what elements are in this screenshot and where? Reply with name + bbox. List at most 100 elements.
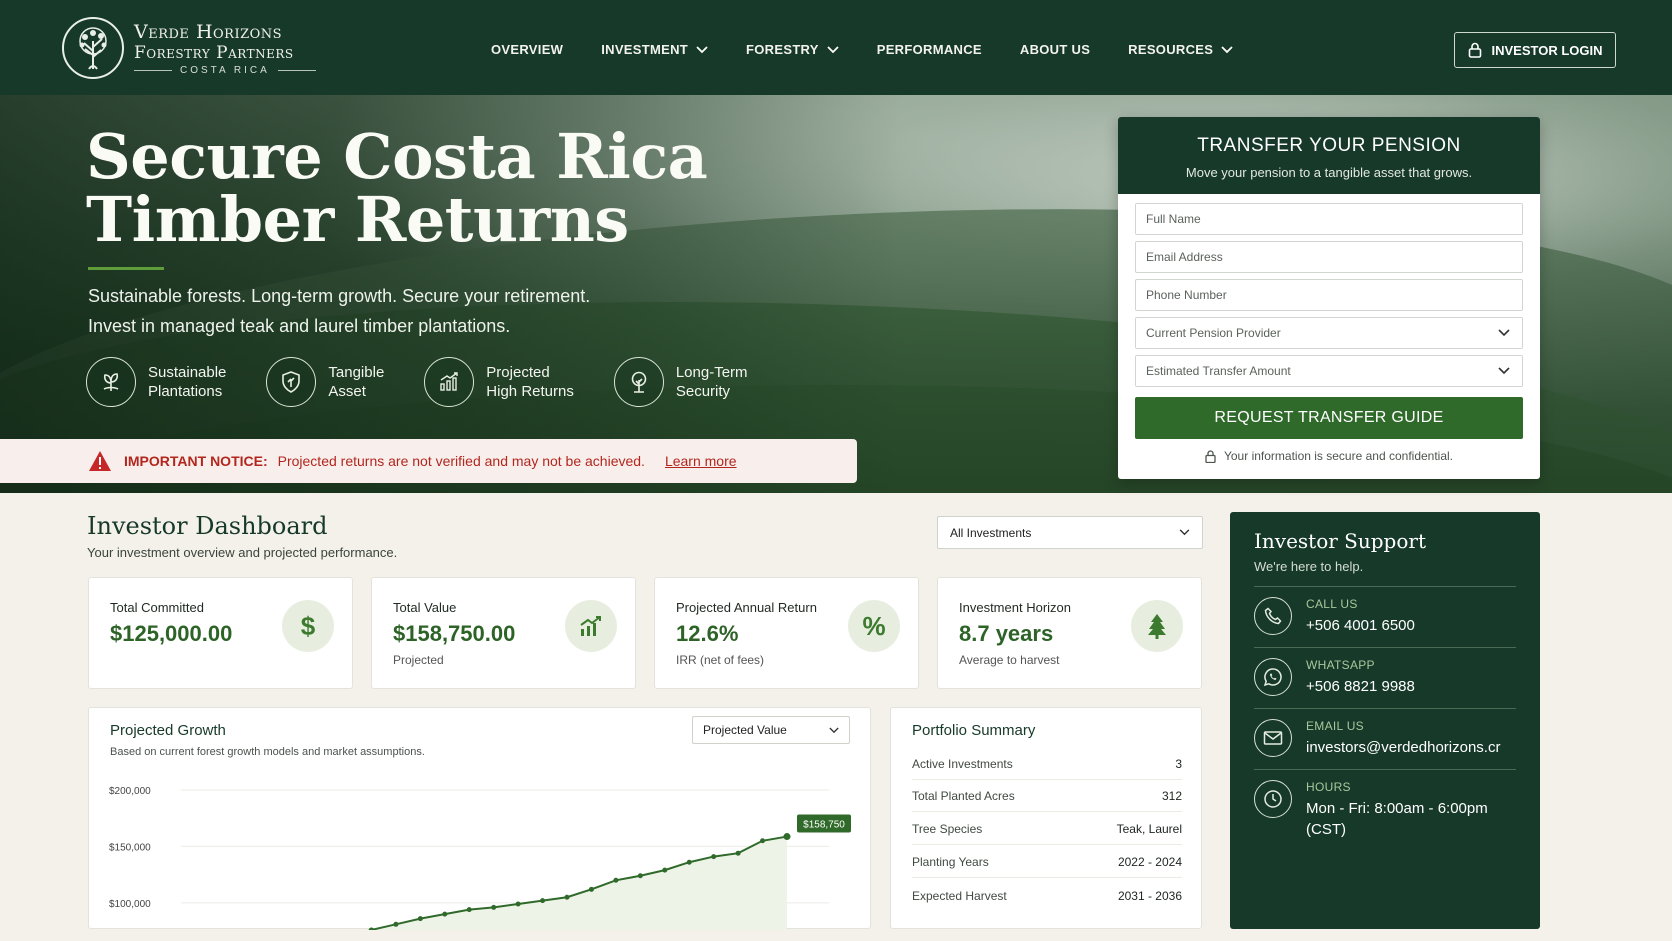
- nav-item-performance[interactable]: PERFORMANCE: [877, 42, 982, 57]
- data-point[interactable]: [760, 838, 766, 844]
- mail-icon: [1254, 719, 1292, 757]
- important-notice-banner: IMPORTANT NOTICE: Projected returns are …: [0, 439, 857, 483]
- support-title: Investor Support: [1254, 529, 1427, 553]
- shield-tree-icon: [266, 357, 317, 407]
- email-field[interactable]: Email Address: [1135, 241, 1523, 273]
- main-menu: OVERVIEW INVESTMENT FORESTRY PERFORMANCE ABO…: [491, 42, 1271, 57]
- growth-area: [371, 836, 787, 930]
- data-point[interactable]: [735, 850, 741, 856]
- pension-provider-select[interactable]: Current Pension Provider: [1135, 317, 1523, 349]
- percent-icon: %: [848, 600, 900, 652]
- nav-item-forestry[interactable]: FORESTRY: [746, 42, 839, 57]
- form-header: TRANSFER YOUR PENSION Move your pension …: [1118, 117, 1540, 194]
- y-tick-label: $200,000: [109, 786, 151, 797]
- data-point[interactable]: [662, 867, 668, 873]
- dollar-icon: $: [282, 600, 334, 652]
- hero-accent-bar: [88, 267, 164, 270]
- feature-sustainable: Sustainable Plantations: [86, 357, 226, 407]
- brand-name-line1: Verde Horizons: [134, 20, 283, 43]
- chevron-down-icon: [696, 45, 708, 53]
- secure-note: Your information is secure and confident…: [1118, 449, 1540, 463]
- y-tick-label: $150,000: [109, 842, 151, 853]
- sprout-icon: [86, 357, 136, 407]
- data-point[interactable]: [588, 886, 594, 892]
- phone-field[interactable]: Phone Number: [1135, 279, 1523, 311]
- data-point[interactable]: [637, 873, 643, 879]
- brand-logo[interactable]: Verde Horizons Forestry Partners COSTA R…: [62, 17, 316, 79]
- growth-chart-icon: [424, 357, 475, 407]
- brand-name-line2: Forestry Partners: [134, 42, 294, 63]
- brand-location: COSTA RICA: [134, 65, 316, 76]
- nav-item-about-us[interactable]: ABOUT US: [1020, 42, 1090, 57]
- investor-login-label: INVESTOR LOGIN: [1491, 42, 1603, 58]
- feature-returns: Projected High Returns: [424, 357, 574, 407]
- support-hours: HOURS Mon - Fri: 8:00am - 6:00pm (CST): [1254, 769, 1516, 840]
- growth-line-chart: $200,000 $150,000 $100,000 $158,750: [109, 786, 851, 930]
- card-total-committed: Total Committed $125,000.00 $: [88, 577, 353, 689]
- investor-login-button[interactable]: INVESTOR LOGIN: [1454, 32, 1616, 68]
- summary-row-planting: Planting Years 2022 - 2024: [912, 846, 1182, 878]
- notice-label: IMPORTANT NOTICE:: [124, 453, 268, 469]
- feature-tangible: Tangible Asset: [266, 357, 384, 407]
- chevron-down-icon: [1179, 529, 1190, 536]
- lock-icon: [1468, 42, 1481, 58]
- support-whatsapp[interactable]: WHATSAPP +506 8821 9988: [1254, 647, 1516, 697]
- svg-text:$158,750: $158,750: [803, 820, 845, 831]
- dashboard-subtitle: Your investment overview and projected p…: [87, 545, 398, 560]
- data-point[interactable]: [564, 894, 570, 900]
- full-name-field[interactable]: Full Name: [1135, 203, 1523, 235]
- y-tick-label: $100,000: [109, 899, 151, 910]
- tree-icon: [1131, 600, 1183, 652]
- transfer-amount-select[interactable]: Estimated Transfer Amount: [1135, 355, 1523, 387]
- data-point[interactable]: [417, 916, 423, 922]
- investor-support-panel: Investor Support We're here to help. CAL…: [1230, 512, 1540, 929]
- request-transfer-guide-button[interactable]: REQUEST TRANSFER GUIDE: [1135, 397, 1523, 439]
- data-point[interactable]: [686, 859, 692, 865]
- nav-item-resources[interactable]: RESOURCES: [1128, 42, 1233, 57]
- pension-transfer-form: TRANSFER YOUR PENSION Move your pension …: [1118, 117, 1540, 479]
- data-point[interactable]: [491, 904, 497, 910]
- chevron-down-icon: [1498, 367, 1510, 375]
- investment-filter-select[interactable]: All Investments: [937, 516, 1203, 549]
- card-total-value: Total Value $158,750.00 Projected: [371, 577, 636, 689]
- projected-growth-panel: Projected Growth Based on current forest…: [88, 707, 871, 930]
- summary-row-species: Tree Species Teak, Laurel: [912, 813, 1182, 845]
- data-point[interactable]: [393, 921, 399, 927]
- growth-chart-icon: [565, 600, 617, 652]
- data-point[interactable]: [783, 833, 791, 841]
- phone-icon: [1254, 597, 1292, 635]
- form-subtitle: Move your pension to a tangible asset th…: [1185, 165, 1473, 180]
- dashboard-title: Investor Dashboard: [87, 512, 328, 540]
- data-point[interactable]: [613, 877, 619, 883]
- end-value-label: $158,750: [797, 814, 851, 833]
- hero-subtitle: Sustainable forests. Long-term growth. S…: [88, 286, 591, 336]
- nav-item-investment[interactable]: INVESTMENT: [601, 42, 708, 57]
- tree-logo-icon: [62, 17, 124, 79]
- summary-row-harvest: Expected Harvest 2031 - 2036: [912, 889, 1182, 903]
- form-title: TRANSFER YOUR PENSION: [1197, 135, 1461, 156]
- card-annual-return: Projected Annual Return 12.6% IRR (net o…: [654, 577, 919, 689]
- nav-item-overview[interactable]: OVERVIEW: [491, 42, 563, 57]
- warning-icon: [89, 451, 111, 471]
- tree-icon: [613, 357, 664, 407]
- support-subtitle: We're here to help.: [1254, 559, 1364, 574]
- hero-features: Sustainable Plantations Tangible Asset Pro…: [86, 357, 788, 407]
- lock-icon: [1205, 449, 1216, 463]
- top-navigation: Verde Horizons Forestry Partners COSTA R…: [0, 0, 1672, 95]
- data-point[interactable]: [540, 898, 546, 904]
- whatsapp-icon: [1254, 658, 1292, 696]
- data-point[interactable]: [466, 907, 472, 913]
- chevron-down-icon: [827, 45, 839, 53]
- chevron-down-icon: [1498, 329, 1510, 337]
- data-point[interactable]: [515, 901, 521, 907]
- summary-row-active: Active Investments 3: [912, 748, 1182, 780]
- data-point[interactable]: [711, 854, 717, 860]
- data-point[interactable]: [442, 911, 448, 917]
- portfolio-title: Portfolio Summary: [912, 722, 1036, 739]
- support-call[interactable]: CALL US +506 4001 6500: [1254, 586, 1516, 636]
- data-point[interactable]: [368, 927, 374, 930]
- learn-more-link[interactable]: Learn more: [665, 453, 737, 469]
- notice-text: Projected returns are not verified and m…: [277, 453, 645, 469]
- clock-icon: [1254, 780, 1292, 818]
- support-email[interactable]: EMAIL US investors@verdedhorizons.cr: [1254, 708, 1516, 758]
